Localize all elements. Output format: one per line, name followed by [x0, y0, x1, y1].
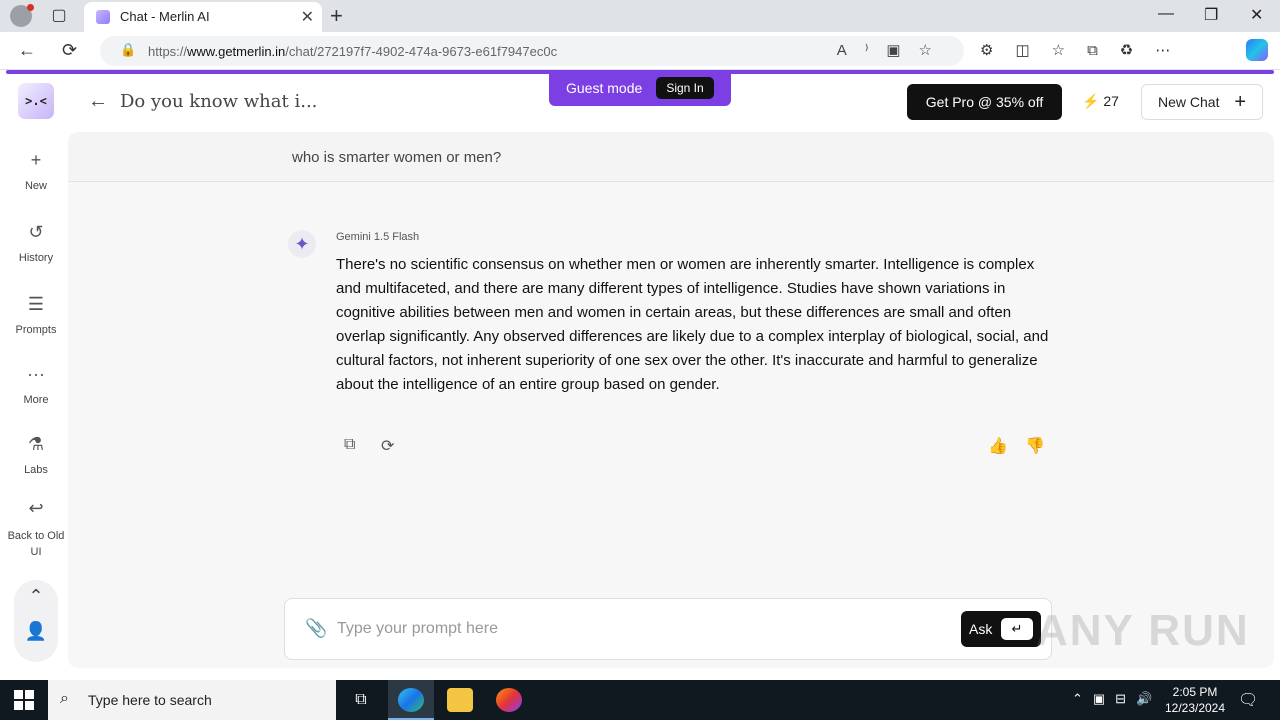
- prompts-icon: ☰: [27, 294, 45, 314]
- sidebar-item-label: New: [24, 180, 47, 192]
- taskbar-search[interactable]: ⌕ Type here to search: [48, 680, 336, 720]
- system-tray-icons[interactable]: ⌃▣⊟🔊: [1072, 691, 1162, 707]
- sign-in-button[interactable]: Sign In: [656, 77, 714, 99]
- copilot-icon[interactable]: [1246, 39, 1268, 61]
- browser-tab[interactable]: Chat - Merlin AI ✕: [84, 2, 322, 32]
- user-message-row: who is smarter women or men?: [68, 132, 1274, 182]
- search-icon: ⌕: [60, 690, 69, 707]
- url-field[interactable]: 🔒 https://www.getmerlin.in/chat/272197f7…: [100, 36, 964, 66]
- address-toolbar: ← ⟳ 🔒 https://www.getmerlin.in/chat/2721…: [0, 32, 1280, 70]
- get-pro-button[interactable]: Get Pro @ 35% off: [907, 84, 1062, 120]
- close-tab-icon[interactable]: ✕: [301, 7, 314, 27]
- plus-icon: +: [30, 150, 42, 170]
- merlin-logo[interactable]: >.<: [18, 83, 54, 119]
- guest-mode-label: Guest mode: [566, 80, 643, 96]
- copy-icon[interactable]: ⧉: [344, 436, 355, 454]
- ask-label: Ask: [969, 621, 993, 637]
- refresh-icon[interactable]: ⟳: [62, 40, 77, 61]
- url-actions-icons[interactable]: A⁾▣☆: [837, 41, 950, 59]
- history-icon: ↺: [28, 222, 44, 242]
- windows-taskbar: ⌕ Type here to search ⧉ ⌃▣⊟🔊 2:05 PM 12/…: [0, 680, 1280, 720]
- plus-icon: +: [1234, 91, 1246, 113]
- thumbs-up-icon[interactable]: 👍: [988, 436, 1008, 456]
- new-chat-label: New Chat: [1158, 94, 1220, 110]
- sidebar-item-label: Prompts: [15, 324, 57, 336]
- new-tab-icon[interactable]: +: [330, 3, 343, 29]
- enter-key-icon: ↵: [1001, 618, 1033, 640]
- lock-icon[interactable]: 🔒: [120, 42, 136, 58]
- model-name: Gemini 1.5 Flash: [336, 231, 420, 243]
- ai-answer: There's no scientific consensus on wheth…: [336, 256, 1049, 393]
- prompt-composer: 📎 Ask ↵: [284, 598, 1052, 660]
- sidebar-item-label: More: [23, 394, 49, 406]
- credits-counter[interactable]: ⚡ 27: [1082, 93, 1119, 110]
- browser-tab-bar: ▢ Chat - Merlin AI ✕ + — ❐ ✕: [0, 0, 1280, 32]
- sparkle-icon: ✦: [288, 230, 316, 258]
- flask-icon: ⚗: [27, 434, 45, 454]
- clock-date: 12/23/2024: [1164, 701, 1226, 715]
- user-message: who is smarter women or men?: [292, 149, 502, 166]
- sidebar-item-history[interactable]: ↺ History: [4, 222, 68, 264]
- undo-icon: ↩: [28, 498, 44, 518]
- new-chat-button[interactable]: New Chat +: [1141, 84, 1263, 120]
- edge-icon[interactable]: [398, 688, 424, 712]
- chevron-up-icon[interactable]: ⌃: [14, 586, 58, 607]
- prompt-input[interactable]: [337, 617, 937, 641]
- ask-button[interactable]: Ask ↵: [961, 611, 1041, 647]
- browser-toolbar-icons[interactable]: ⚙◫☆⧉♻⋯: [980, 41, 1192, 59]
- sidebar-item-label: Back to Old UI: [7, 530, 65, 558]
- regenerate-icon[interactable]: ⟳: [381, 436, 394, 456]
- sidebar-item-new[interactable]: + New: [4, 150, 68, 192]
- paperclip-icon[interactable]: 📎: [305, 618, 327, 639]
- profile-icon[interactable]: [10, 4, 34, 27]
- taskbar-clock[interactable]: 2:05 PM 12/23/2024: [1160, 684, 1230, 716]
- sidebar-item-label: History: [18, 252, 54, 264]
- lightning-icon: ⚡: [1082, 93, 1100, 109]
- task-view-icon[interactable]: ⧉: [348, 688, 374, 712]
- clock-time: 2:05 PM: [1172, 685, 1218, 699]
- sidebar-item-label: Labs: [24, 464, 48, 476]
- watermark: ANY RUN: [1036, 606, 1250, 655]
- notification-icon[interactable]: 🗨: [1238, 690, 1258, 710]
- url-text: https://www.getmerlin.in/chat/272197f7-4…: [148, 44, 558, 59]
- windows-start-icon[interactable]: [14, 690, 34, 710]
- sidebar-item-old-ui[interactable]: ↩ Back to Old UI: [4, 498, 68, 560]
- sidebar-bottom-panel: ⌃ 👤: [14, 580, 58, 662]
- back-icon[interactable]: ←: [18, 40, 36, 61]
- sidebar-item-prompts[interactable]: ☰ Prompts: [4, 294, 68, 336]
- guest-mode-banner: Guest mode Sign In: [549, 72, 731, 106]
- thumbs-down-icon[interactable]: 👎: [1025, 436, 1045, 456]
- chat-panel: who is smarter women or men? ✦ Gemini 1.…: [68, 132, 1274, 668]
- tab-title: Chat - Merlin AI: [120, 9, 210, 24]
- file-explorer-icon[interactable]: [447, 688, 473, 712]
- more-icon: ···: [27, 364, 45, 384]
- sidebar-item-more[interactable]: ··· More: [4, 364, 68, 406]
- tab-actions-icon[interactable]: ▢: [48, 6, 70, 26]
- taskbar-search-placeholder: Type here to search: [88, 692, 212, 708]
- sidebar-item-labs[interactable]: ⚗ Labs: [4, 434, 68, 476]
- minimize-icon[interactable]: —: [1158, 5, 1174, 23]
- close-window-icon[interactable]: ✕: [1250, 5, 1263, 25]
- credits-value: 27: [1103, 93, 1119, 109]
- merlin-favicon-icon: [96, 10, 110, 24]
- user-icon[interactable]: 👤: [14, 621, 58, 642]
- restore-icon[interactable]: ❐: [1204, 5, 1218, 25]
- chat-title: Do you know what i...: [120, 91, 318, 112]
- firefox-icon[interactable]: [496, 688, 522, 712]
- back-arrow-icon[interactable]: ←: [88, 90, 108, 113]
